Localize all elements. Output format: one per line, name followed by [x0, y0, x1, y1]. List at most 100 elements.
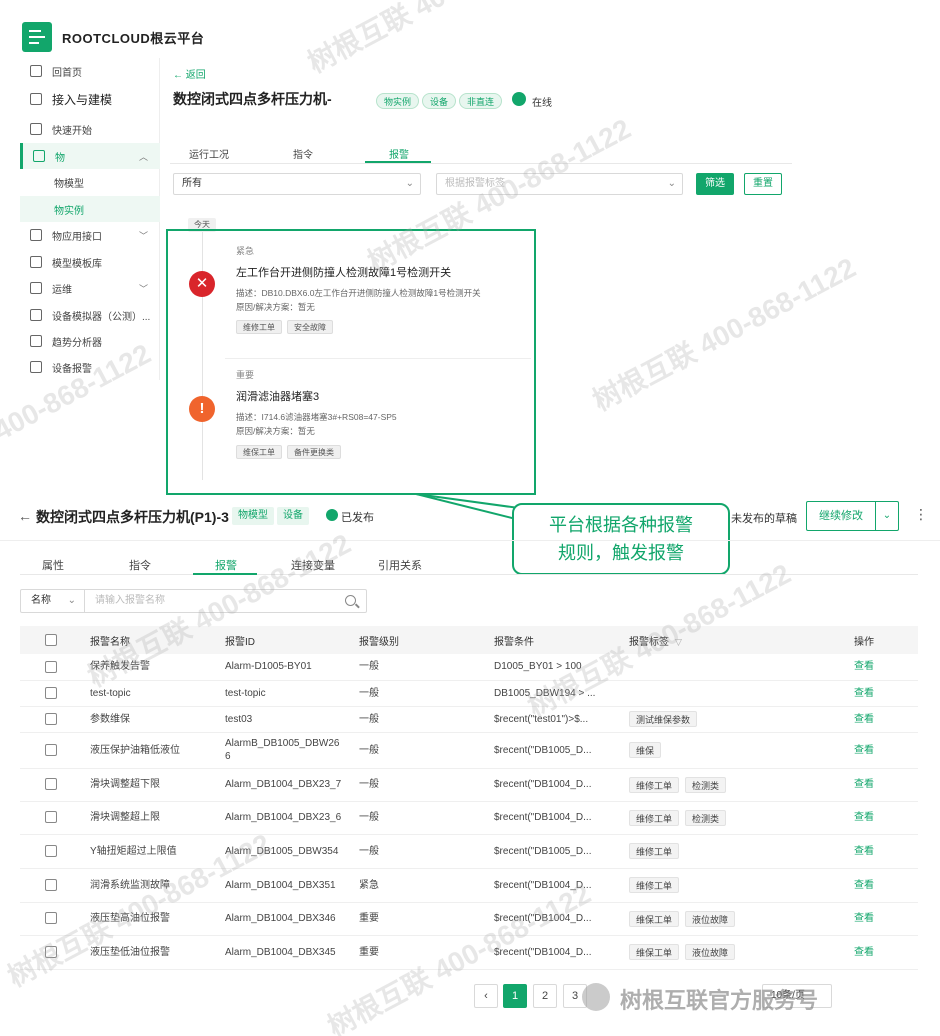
- table-row[interactable]: 滑块调整超下限 Alarm_DB1004_DBX23_7 一般 $recent("DB…: [20, 768, 918, 802]
- alarm-icon: [30, 361, 42, 373]
- view-link[interactable]: 查看: [854, 654, 918, 681]
- search-icon[interactable]: [345, 595, 356, 606]
- status-badge: 物实例: [376, 93, 420, 109]
- table-row[interactable]: 滑块调整超上限 Alarm_DB1004_DBX23_6 一般 $recent("DB…: [20, 801, 918, 835]
- reset-button[interactable]: 重置: [744, 173, 782, 195]
- sidebar-item-simulator[interactable]: 设备模拟器（公测）...: [20, 302, 160, 328]
- row-checkbox[interactable]: [45, 778, 57, 791]
- alarm-name-cell: 滑块调整超下限: [90, 768, 225, 802]
- back-arrow-icon[interactable]: ←: [18, 508, 32, 524]
- alarm-name-cell: 液压保护油箱低液位: [90, 732, 225, 769]
- page-2-button[interactable]: 2: [533, 984, 557, 1008]
- chevron-down-icon[interactable]: ⌄: [875, 501, 899, 531]
- back-link[interactable]: ← 返回: [173, 66, 206, 81]
- sidebar-item-home[interactable]: 回首页: [20, 58, 160, 84]
- alarm-condition-cell: DB1005_DBW194 > ...: [494, 680, 629, 707]
- alarm-name-cell: Y轴扭矩超过上限值: [90, 834, 225, 869]
- row-checkbox[interactable]: [45, 945, 57, 958]
- chevron-up-icon: ︿: [138, 151, 148, 162]
- view-link[interactable]: 查看: [854, 935, 918, 970]
- view-link[interactable]: 查看: [854, 732, 918, 769]
- row-checkbox[interactable]: [45, 811, 57, 824]
- alarm-condition-cell: $recent("DB1004_D...: [494, 902, 629, 936]
- sidebar-item-device-alarm[interactable]: 设备报警: [20, 354, 160, 380]
- sidebar-item-thing-model[interactable]: 物模型: [20, 169, 160, 195]
- alarm-labels-cell: 维修工单 检测类: [629, 801, 854, 835]
- tab-underline: [365, 161, 431, 163]
- search-field-select[interactable]: 名称 ⌄: [20, 589, 85, 613]
- label-filter-select[interactable]: 根据报警标签 ⌄: [436, 173, 683, 195]
- filter-button[interactable]: 筛选: [696, 173, 734, 195]
- tab-commands[interactable]: 指令: [293, 146, 313, 161]
- tab-connection-variables[interactable]: 连接变量: [291, 557, 335, 573]
- table-row[interactable]: 保养触发告警 Alarm-D1005-BY01 一般 D1005_BY01 > 100…: [20, 654, 918, 681]
- view-link[interactable]: 查看: [854, 768, 918, 802]
- tab-alarms[interactable]: 报警: [215, 557, 237, 573]
- row-checkbox[interactable]: [45, 844, 57, 857]
- alarm-level-cell: 一般: [359, 732, 494, 769]
- simulator-icon: [30, 309, 42, 321]
- tab-runtime[interactable]: 运行工况: [189, 146, 229, 161]
- row-checkbox[interactable]: [45, 743, 57, 756]
- level-select[interactable]: 所有 ⌄: [173, 173, 421, 195]
- alarm-condition-cell: $recent("DB1005_D...: [494, 834, 629, 869]
- table-row[interactable]: 液压垫高油位报警 Alarm_DB1004_DBX346 重要 $recent("DB…: [20, 902, 918, 936]
- sidebar-item-things[interactable]: 物 ︿: [20, 143, 160, 169]
- alarm-label-tag: 维保: [629, 742, 662, 758]
- column-header: 报警ID: [225, 626, 359, 654]
- alarm-condition-cell: $recent("DB1005_D...: [494, 732, 629, 769]
- tab-references[interactable]: 引用关系: [378, 557, 422, 573]
- draft-notice: 未发布的草稿: [731, 513, 797, 525]
- view-link[interactable]: 查看: [854, 680, 918, 707]
- tab-properties[interactable]: 属性: [42, 557, 64, 573]
- view-link[interactable]: 查看: [854, 706, 918, 733]
- row-checkbox[interactable]: [45, 686, 57, 699]
- alarm-level-cell: 一般: [359, 768, 494, 802]
- sidebar-item-template-library[interactable]: 模型模板库: [20, 249, 160, 275]
- tab-alarms[interactable]: 报警: [389, 146, 409, 161]
- view-link[interactable]: 查看: [854, 902, 918, 936]
- prev-page-button[interactable]: ‹: [474, 984, 498, 1008]
- tab-commands[interactable]: 指令: [129, 557, 151, 573]
- alarm-condition-cell: $recent("DB1004_D...: [494, 868, 629, 903]
- sidebar-item-quick-start[interactable]: 快速开始: [20, 116, 160, 142]
- alarm-level-cell: 一般: [359, 706, 494, 733]
- view-link[interactable]: 查看: [854, 868, 918, 903]
- row-checkbox[interactable]: [45, 912, 57, 925]
- footer-watermark: 树根互联官方服务号: [620, 988, 819, 1013]
- tab-bar: [20, 574, 918, 575]
- select-all-checkbox[interactable]: [45, 634, 57, 646]
- sidebar-item-thing-instance[interactable]: 物实例: [20, 196, 160, 222]
- brand-logo: ROOTCLOUD根云平台: [62, 31, 205, 46]
- table-row[interactable]: test-topic test-topic 一般 DB1005_DBW194 > ..…: [20, 680, 918, 707]
- more-icon[interactable]: ⋮: [914, 506, 928, 523]
- watermark: 树根互联 400-868-1122: [587, 251, 861, 417]
- alarm-condition-cell: $recent("test01")>$...: [494, 706, 629, 733]
- chevron-down-icon: ﹀: [138, 283, 148, 294]
- chip-icon: [30, 93, 42, 105]
- sidebar-item-access-modeling[interactable]: 接入与建模: [20, 86, 160, 112]
- alarm-condition-cell: $recent("DB1004_D...: [494, 935, 629, 970]
- view-link[interactable]: 查看: [854, 834, 918, 869]
- row-checkbox[interactable]: [45, 712, 57, 725]
- table-row[interactable]: Y轴扭矩超过上限值 Alarm_DB1005_DBW354 一般 $recent("D…: [20, 834, 918, 869]
- sidebar-item-trend-analyzer[interactable]: 趋势分析器: [20, 328, 160, 354]
- continue-edit-button[interactable]: 继续修改: [806, 501, 876, 531]
- menu-icon[interactable]: [22, 22, 52, 52]
- api-icon: [30, 229, 42, 241]
- view-link[interactable]: 查看: [854, 801, 918, 835]
- table-row[interactable]: 润滑系统监测故障 Alarm_DB1004_DBX351 紧急 $recent("DB…: [20, 868, 918, 903]
- row-checkbox[interactable]: [45, 878, 57, 891]
- sidebar-item-ops[interactable]: 运维 ﹀: [20, 275, 160, 301]
- sidebar-item-thing-api[interactable]: 物应用接口 ﹀: [20, 222, 160, 248]
- page-1-button[interactable]: 1: [503, 984, 527, 1008]
- filter-icon[interactable]: ▽: [675, 637, 682, 648]
- table-row[interactable]: 液压垫低油位报警 Alarm_DB1004_DBX345 重要 $recent("DB…: [20, 935, 918, 970]
- search-input[interactable]: 请输入报警名称: [85, 589, 367, 613]
- alarm-id-cell: Alarm_DB1004_DBX23_7: [225, 768, 359, 802]
- alarm-condition-cell: $recent("DB1004_D...: [494, 801, 629, 835]
- model-tag: 设备: [277, 507, 309, 525]
- row-checkbox[interactable]: [45, 660, 57, 673]
- table-row[interactable]: 液压保护油箱低液位 AlarmB_DB1005_DBW266 一般 $recent("…: [20, 732, 918, 769]
- table-row[interactable]: 参数维保 test03 一般 $recent("test01")>$... 测试维保参数…: [20, 706, 918, 733]
